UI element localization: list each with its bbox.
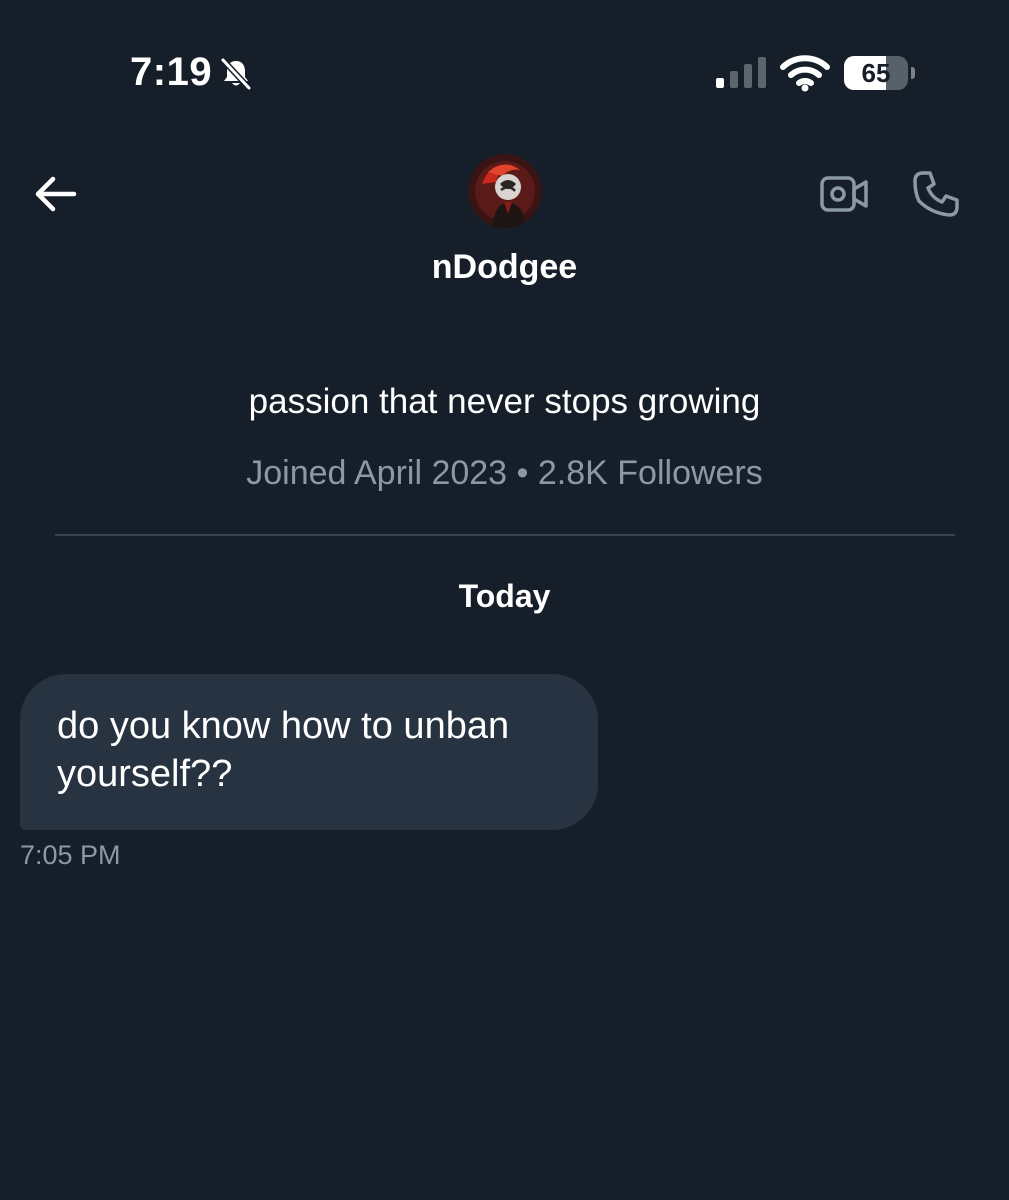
dm-conversation-screen: 7:19 65 nDodgee passion that never stops… — [0, 0, 1009, 1200]
conversation-header: nDodgee — [0, 130, 1009, 320]
message-timestamp: 7:05 PM — [20, 840, 121, 870]
message-text: do you know how to unban yourself?? — [57, 705, 510, 795]
back-button[interactable] — [28, 170, 84, 218]
battery-icon: 65 — [844, 56, 915, 92]
bell-muted-icon — [220, 57, 252, 91]
wifi-icon — [780, 55, 830, 92]
video-camera-icon — [820, 176, 868, 212]
message-bubble[interactable]: do you know how to unban yourself?? — [20, 674, 598, 830]
date-separator: Today — [458, 578, 551, 614]
video-call-button[interactable] — [818, 174, 870, 214]
status-time: 7:19 — [130, 50, 213, 94]
avatar-image — [468, 154, 542, 228]
phone-icon — [913, 171, 959, 217]
profile-meta: Joined April 2023 • 2.8K Followers — [246, 454, 763, 492]
signal-icon — [716, 57, 766, 88]
battery-body: 65 — [844, 56, 908, 90]
profile-name[interactable]: nDodgee — [0, 248, 1009, 287]
avatar[interactable] — [468, 154, 542, 228]
arrow-left-icon — [35, 176, 77, 212]
battery-level: 65 — [861, 58, 891, 88]
phone-call-button[interactable] — [910, 168, 962, 220]
divider — [55, 534, 955, 536]
battery-nub — [911, 67, 915, 79]
profile-bio: passion that never stops growing — [248, 382, 761, 421]
status-bar: 7:19 65 — [0, 0, 1009, 130]
